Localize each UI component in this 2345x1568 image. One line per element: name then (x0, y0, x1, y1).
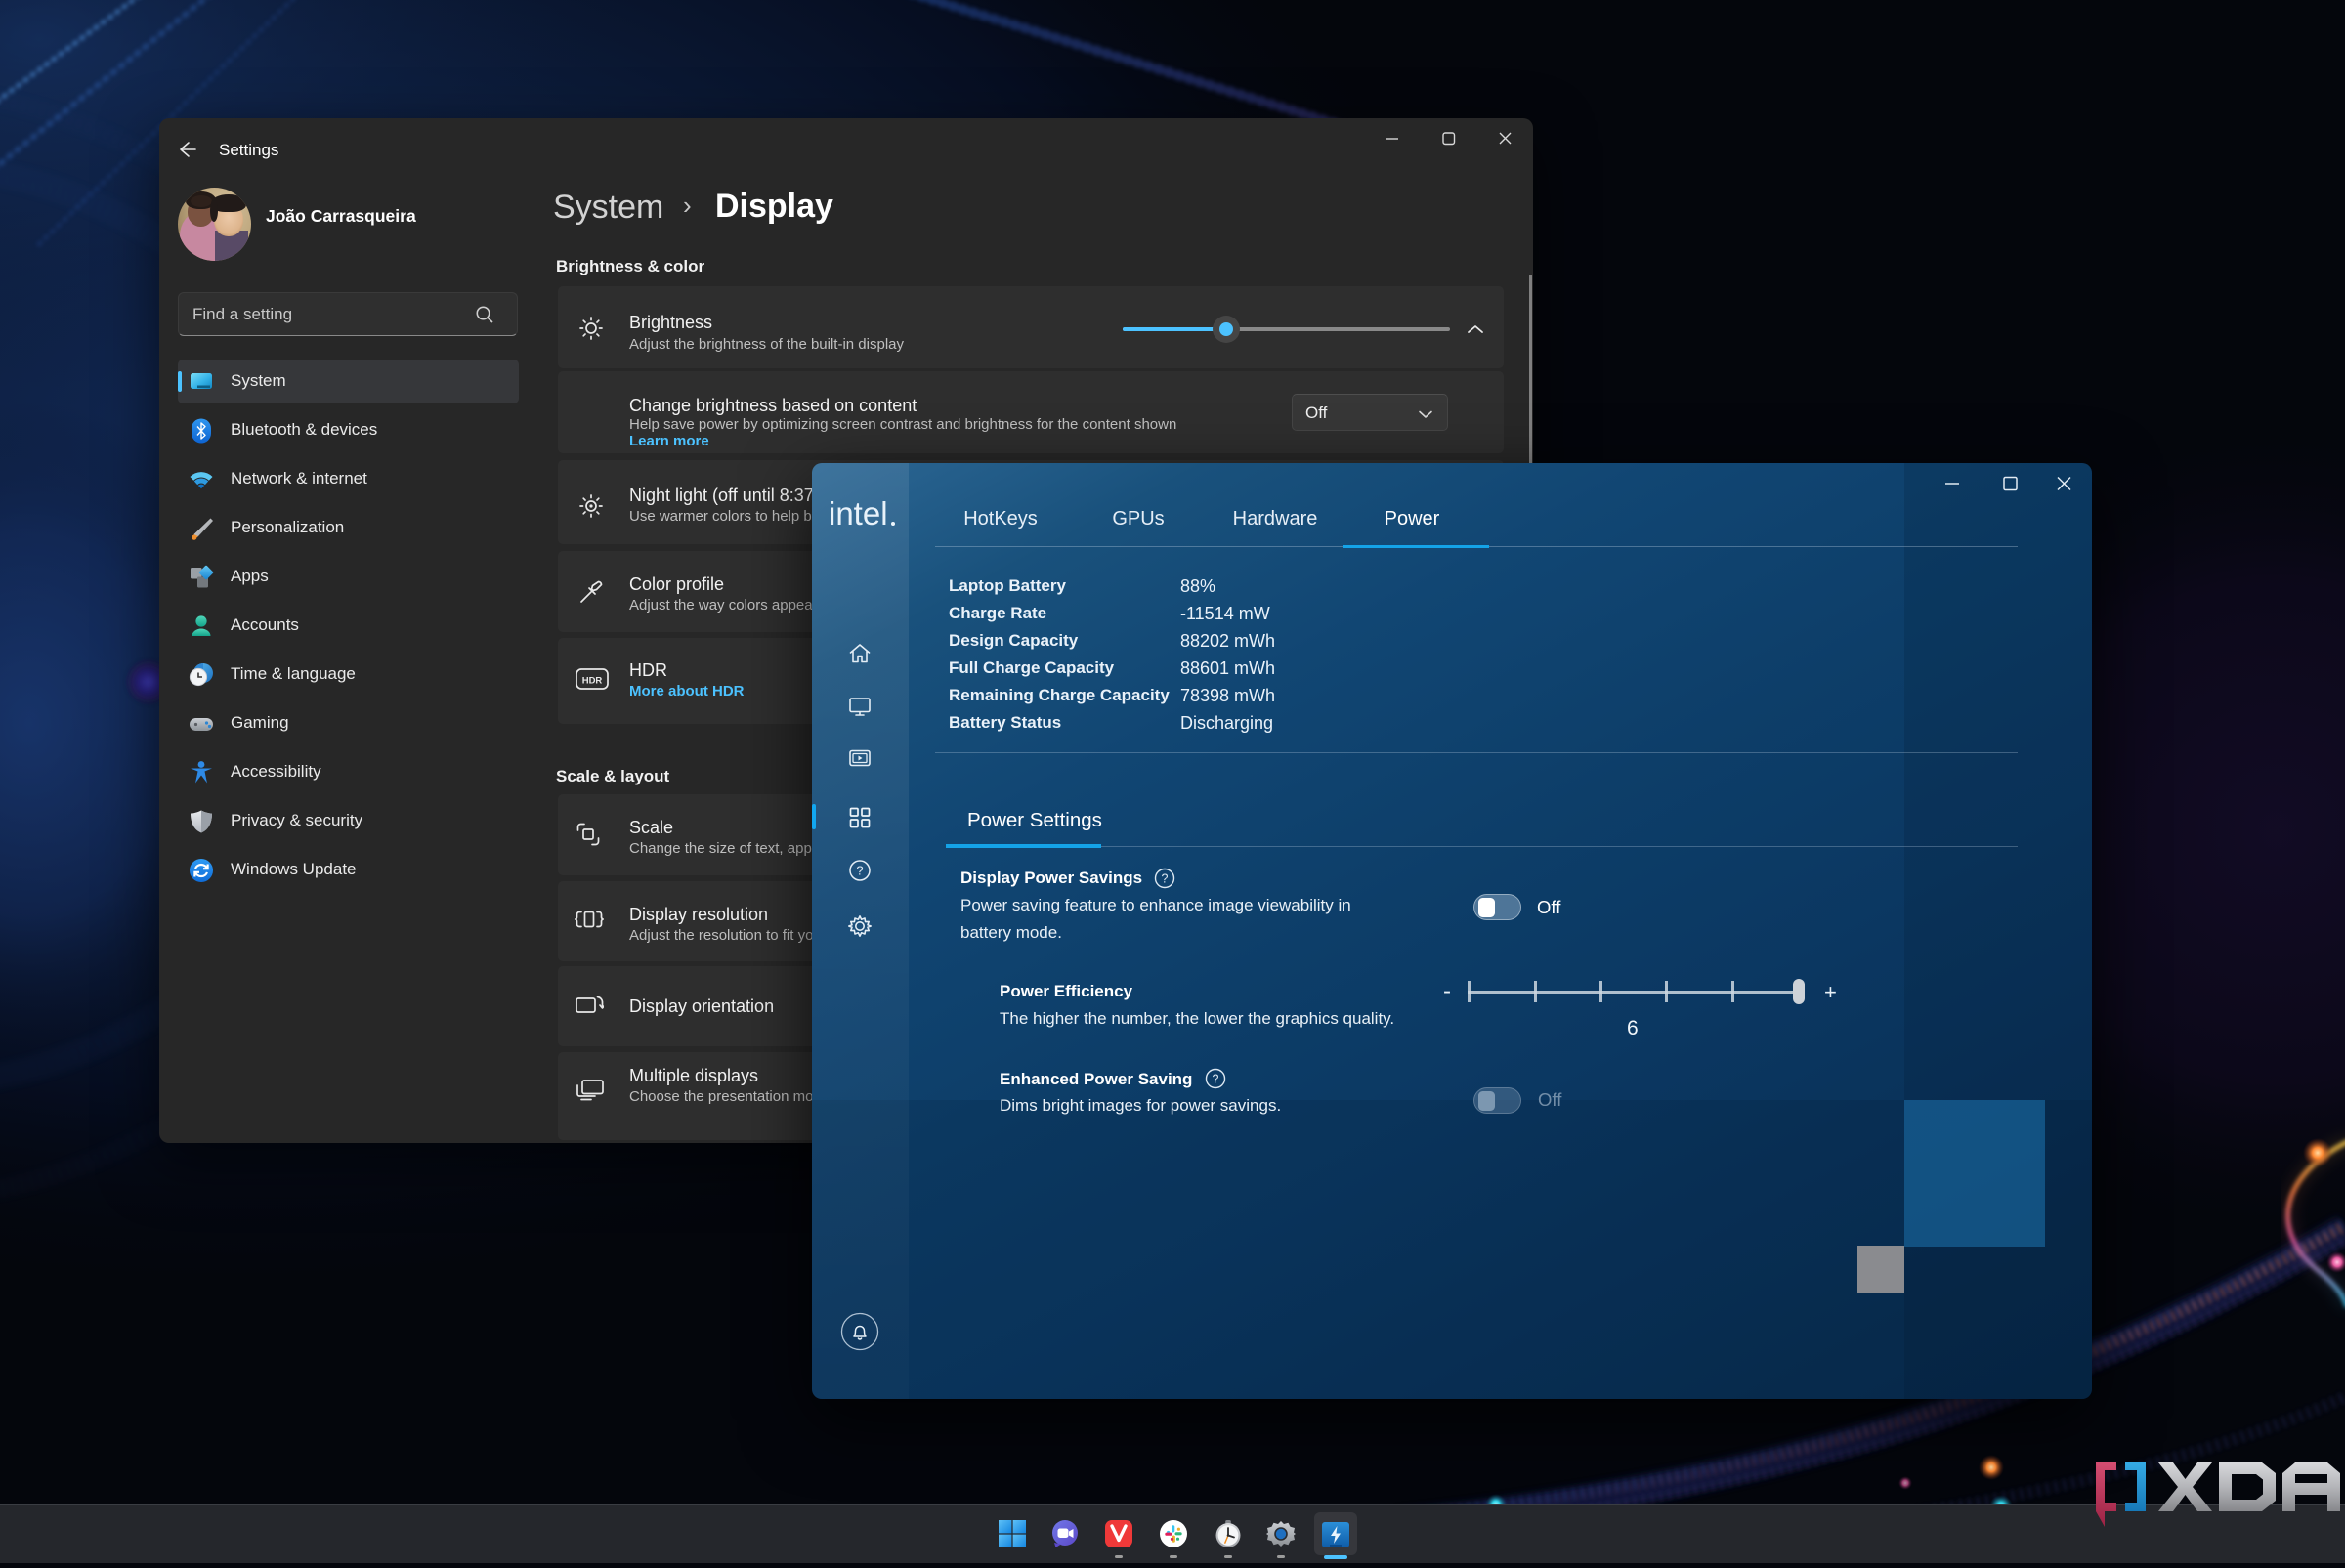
svg-text:?: ? (856, 864, 863, 878)
svg-text:HDR: HDR (582, 676, 603, 687)
svg-text:?: ? (1162, 872, 1169, 886)
svg-text:?: ? (1213, 1073, 1219, 1086)
